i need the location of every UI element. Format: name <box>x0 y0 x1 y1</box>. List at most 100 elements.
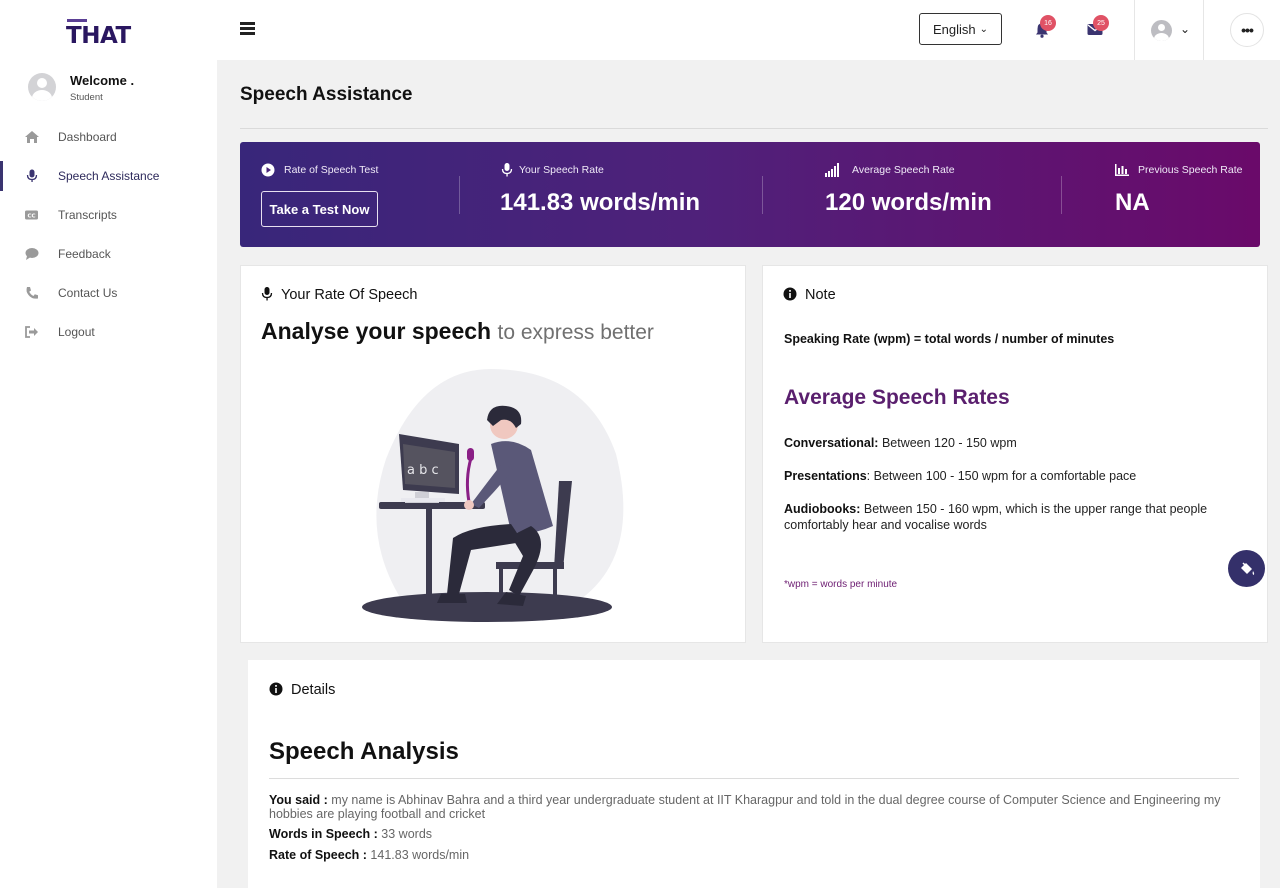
closed-captions-icon: CC <box>25 210 38 220</box>
row-label: Words in Speech : <box>269 827 378 841</box>
profile-summary: Welcome . Student <box>28 72 208 106</box>
divider <box>459 176 460 214</box>
row-value: 33 words <box>377 827 433 841</box>
rate-label: Presentations <box>784 469 867 483</box>
microphone-icon <box>26 169 38 182</box>
details-card: Details Speech Analysis You said : my na… <box>248 660 1260 888</box>
row-value: my name is Abhinav Bahra and a third yea… <box>269 793 1221 821</box>
average-rates-title: Average Speech Rates <box>784 386 1010 409</box>
phone-icon <box>26 287 38 299</box>
word-count-row: Words in Speech : 33 words <box>269 827 1244 841</box>
speech-test-cell: Rate of Speech Test Take a Test Now <box>240 142 460 247</box>
chevron-down-icon: ⌄ <box>1180 22 1191 36</box>
card-heading: Details <box>269 682 335 698</box>
your-speech-rate-label: Your Speech Rate <box>519 164 604 176</box>
info-icon <box>269 682 283 696</box>
sidebar-item-label: Logout <box>58 325 95 339</box>
theme-customizer-button[interactable] <box>1228 550 1265 587</box>
hero-light-text: to express better <box>497 321 654 344</box>
previous-speech-rate-value: NA <box>1115 189 1150 216</box>
card-heading: Your Rate Of Speech <box>261 287 418 303</box>
sidebar-item-speech-assistance[interactable]: Speech Assistance <box>0 161 217 191</box>
svg-text:CC: CC <box>27 214 35 220</box>
illustration-abc-text: a b c <box>407 463 439 478</box>
row-value: 141.83 words/min <box>366 848 470 862</box>
card-heading: Note <box>783 287 836 303</box>
sign-out-icon <box>25 326 38 338</box>
row-label: Rate of Speech : <box>269 848 367 862</box>
messages-badge: 25 <box>1093 15 1109 31</box>
your-speech-rate-cell: Your Speech Rate 141.83 words/min <box>500 142 760 247</box>
sidebar-item-label: Speech Assistance <box>58 169 160 183</box>
divider <box>762 176 763 214</box>
language-value: English <box>933 21 976 37</box>
divider <box>1134 0 1135 60</box>
sidebar-item-logout[interactable]: Logout <box>0 317 217 347</box>
bar-chart-icon <box>1115 164 1129 176</box>
sidebar: THAT Welcome . Student Dashboard Speech … <box>0 0 217 888</box>
note-card: Note Speaking Rate (wpm) = total words /… <box>762 265 1268 643</box>
average-speech-rate-label: Average Speech Rate <box>852 164 955 176</box>
logo-text: THAT <box>66 23 131 49</box>
sidebar-item-label: Transcripts <box>58 208 117 222</box>
user-avatar-icon <box>1151 20 1172 41</box>
paint-bucket-icon <box>1240 561 1254 575</box>
sidebar-item-dashboard[interactable]: Dashboard <box>0 122 217 152</box>
microphone-icon <box>261 287 273 301</box>
your-speech-rate-value: 141.83 words/min <box>500 189 701 216</box>
wpm-footnote: *wpm = words per minute <box>784 579 898 590</box>
hero-heading: Analyse your speech to express better <box>261 318 654 345</box>
divider <box>1203 0 1204 60</box>
welcome-text: Welcome . <box>70 73 135 88</box>
sidebar-item-feedback[interactable]: Feedback <box>0 239 217 269</box>
speech-stats-banner: Rate of Speech Test Take a Test Now Your… <box>240 142 1260 247</box>
rate-text: Between 120 - 150 wpm <box>878 436 1017 450</box>
divider <box>1061 176 1062 214</box>
average-speech-rate-cell: Average Speech Rate 120 words/min <box>825 142 1055 247</box>
rate-label: Conversational: <box>784 436 879 450</box>
sidebar-item-transcripts[interactable]: CC Transcripts <box>0 200 217 230</box>
card-heading-text: Note <box>805 287 836 303</box>
top-bar: English ⌄ 16 25 ⌄ ••• <box>217 0 1280 60</box>
take-test-button[interactable]: Take a Test Now <box>261 191 378 227</box>
row-label: You said : <box>269 793 328 807</box>
play-circle-icon <box>261 163 275 177</box>
card-heading-text: Details <box>291 682 336 698</box>
sidebar-item-contact-us[interactable]: Contact Us <box>0 278 217 308</box>
audiobooks-rate: Audiobooks: Between 150 - 160 wpm, which… <box>784 501 1244 533</box>
language-select[interactable]: English ⌄ <box>919 13 1002 45</box>
user-menu[interactable]: ⌄ <box>1151 20 1191 41</box>
avatar <box>28 73 56 101</box>
sidebar-item-label: Contact Us <box>58 286 118 300</box>
more-options-button[interactable]: ••• <box>1230 13 1264 47</box>
speaking-rate-formula: Speaking Rate (wpm) = total words / numb… <box>784 332 1115 346</box>
page-title: Speech Assistance <box>240 84 413 105</box>
rate-of-speech-row: Rate of Speech : 141.83 words/min <box>269 848 1244 862</box>
hero-bold-text: Analyse your speech <box>261 318 492 344</box>
rate-label: Audiobooks: <box>784 502 861 516</box>
divider <box>269 778 1239 779</box>
speech-test-label: Rate of Speech Test <box>284 164 379 176</box>
user-role: Student <box>70 92 103 103</box>
microphone-icon <box>501 163 513 177</box>
average-speech-rate-value: 120 words/min <box>825 189 992 216</box>
rate-text: : Between 100 - 150 wpm for a comfortabl… <box>866 469 1137 483</box>
home-icon <box>25 131 39 143</box>
sidebar-item-label: Feedback <box>58 247 111 261</box>
speech-bubble-icon <box>25 248 39 260</box>
signal-bars-icon <box>825 163 839 177</box>
previous-speech-rate-label: Previous Speech Rate <box>1138 164 1243 176</box>
logo[interactable]: THAT <box>66 18 131 49</box>
menu-toggle-icon[interactable] <box>240 22 255 35</box>
sidebar-item-label: Dashboard <box>58 130 117 144</box>
conversational-rate: Conversational: Between 120 - 150 wpm <box>784 435 1244 451</box>
speech-transcript-row: You said : my name is Abhinav Bahra and … <box>269 793 1244 821</box>
speech-analysis-title: Speech Analysis <box>269 738 459 765</box>
chevron-down-icon: ⌄ <box>979 23 989 35</box>
presentations-rate: Presentations: Between 100 - 150 wpm for… <box>784 468 1244 484</box>
card-heading-text: Your Rate Of Speech <box>281 287 418 303</box>
previous-speech-rate-cell: Previous Speech Rate NA <box>1115 142 1255 247</box>
divider <box>240 128 1268 129</box>
notifications-badge: 16 <box>1040 15 1056 31</box>
rate-of-speech-card: Your Rate Of Speech Analyse your speech … <box>240 265 746 643</box>
